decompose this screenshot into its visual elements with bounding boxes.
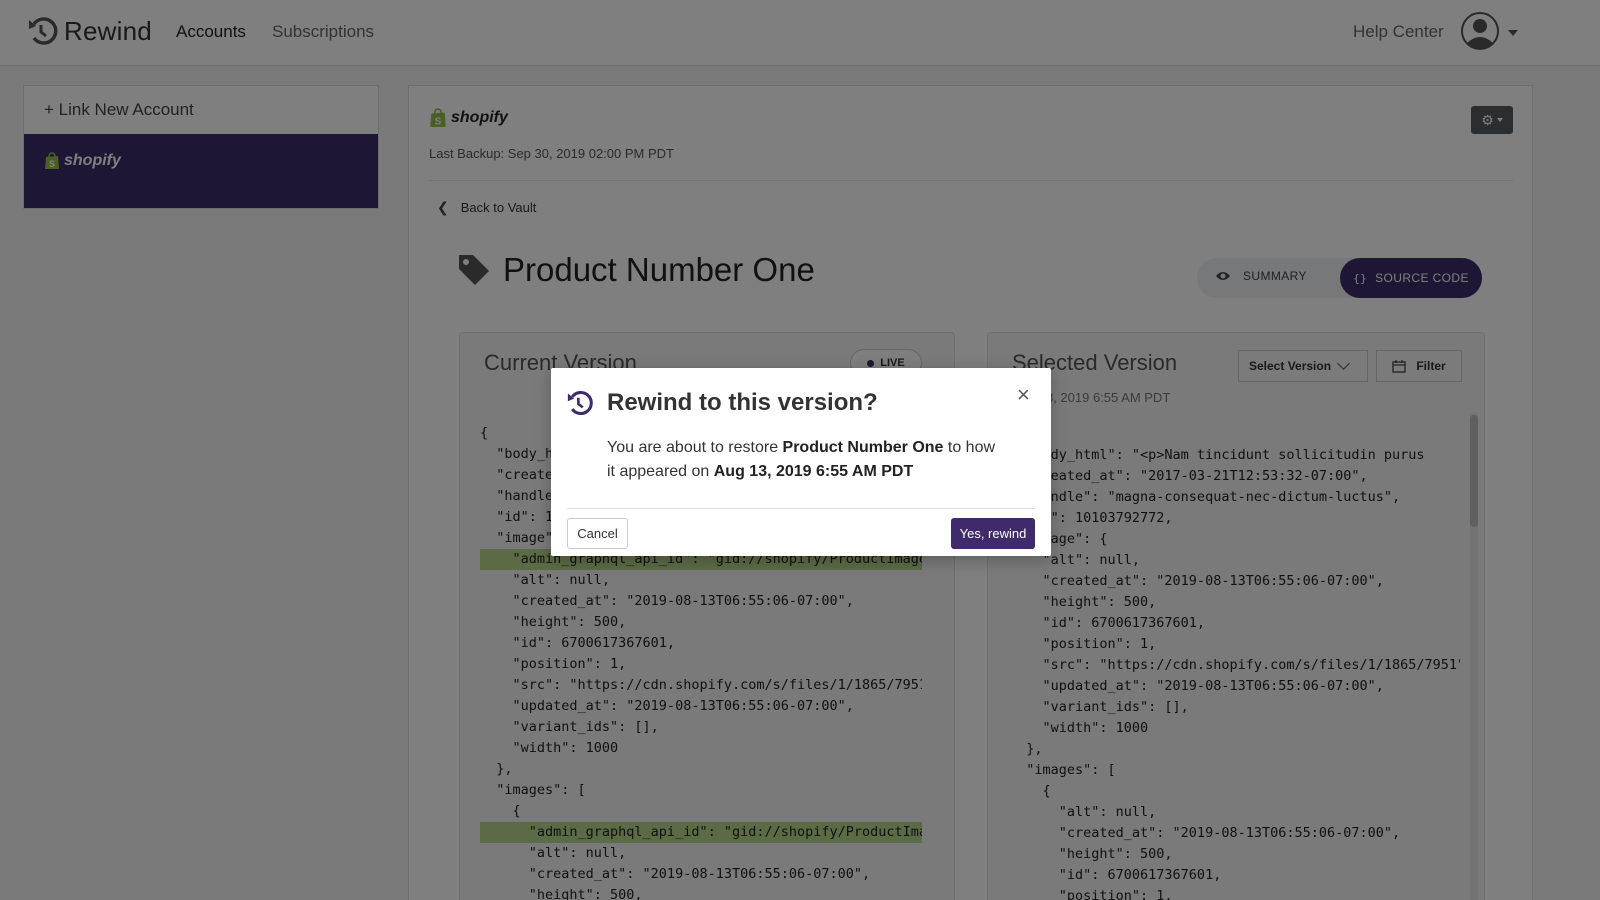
modal-message: You are about to restore Product Number … xyxy=(607,436,1007,484)
modal-restore-date: Aug 13, 2019 6:55 AM PDT xyxy=(713,463,914,480)
modal-product-name: Product Number One xyxy=(782,439,944,456)
rewind-confirm-dialog: Rewind to this version? × You are about … xyxy=(551,368,1051,556)
cancel-button[interactable]: Cancel xyxy=(567,518,628,549)
modal-message-prefix: You are about to restore xyxy=(607,439,783,456)
yes-rewind-button[interactable]: Yes, rewind xyxy=(951,518,1035,549)
modal-divider xyxy=(567,508,1035,509)
modal-title: Rewind to this version? xyxy=(607,389,878,416)
rewind-logo-icon xyxy=(567,390,593,416)
close-icon[interactable]: × xyxy=(1017,384,1030,406)
